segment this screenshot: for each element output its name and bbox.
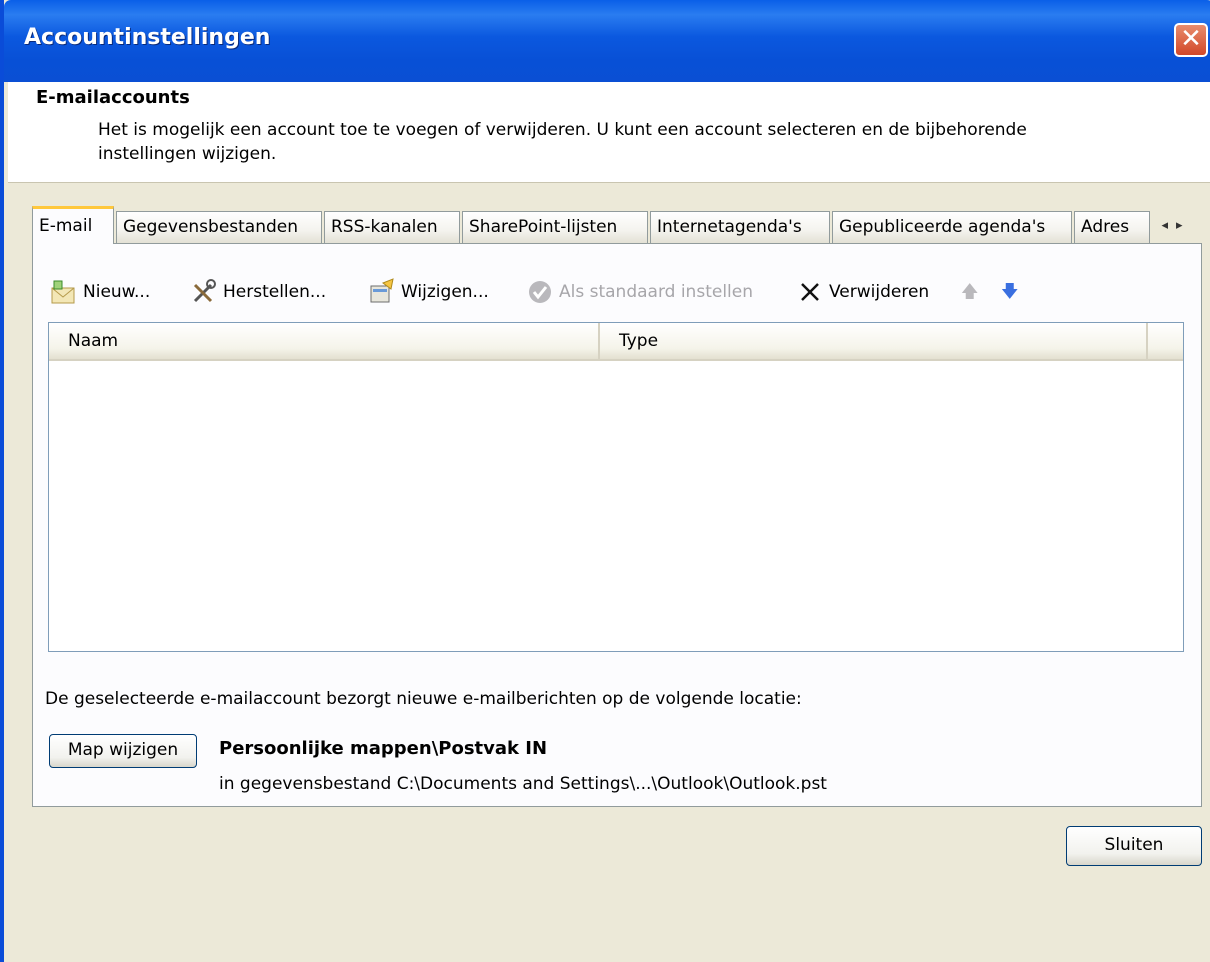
column-header-name[interactable]: Naam bbox=[49, 323, 600, 359]
set-default-button[interactable]: Als standaard instellen bbox=[525, 272, 753, 312]
new-mail-icon bbox=[49, 277, 79, 307]
delivery-data-file: in gegevensbestand C:\Documents and Sett… bbox=[219, 774, 827, 794]
title-bar[interactable]: Accountinstellingen ✕ bbox=[4, 0, 1210, 82]
tab-address-books[interactable]: Adres bbox=[1074, 211, 1150, 243]
tab-data-files[interactable]: Gegevensbestanden bbox=[116, 211, 322, 243]
tab-published-calendars[interactable]: Gepubliceerde agenda's bbox=[832, 211, 1072, 243]
set-default-label: Als standaard instellen bbox=[559, 282, 753, 302]
tab-scroll-arrows: ◂▸ bbox=[1150, 211, 1202, 241]
tab-rss-feeds[interactable]: RSS-kanalen bbox=[324, 211, 460, 243]
delivery-folder: Persoonlijke mappen\Postvak IN bbox=[219, 738, 548, 759]
close-button[interactable]: Sluiten bbox=[1066, 826, 1202, 866]
change-account-label: Wijzigen... bbox=[401, 282, 489, 302]
header-panel: E-mailaccounts Het is mogelijk een accou… bbox=[8, 82, 1210, 183]
checkmark-icon bbox=[525, 277, 555, 307]
move-down-icon[interactable]: 🡇 bbox=[1001, 272, 1018, 312]
column-header-type[interactable]: Type bbox=[600, 323, 1148, 359]
window-title: Accountinstellingen bbox=[24, 25, 271, 50]
remove-account-label: Verwijderen bbox=[829, 282, 930, 302]
account-toolbar: Nieuw... Herstellen... Wijzigen... Als s… bbox=[49, 272, 1169, 312]
tab-sharepoint-lists[interactable]: SharePoint-lijsten bbox=[462, 211, 648, 243]
tab-scroll-right-icon[interactable]: ▸ bbox=[1176, 218, 1191, 233]
list-header: Naam Type bbox=[49, 323, 1183, 361]
tab-scroll-left-icon[interactable]: ◂ bbox=[1161, 218, 1176, 233]
repair-account-label: Herstellen... bbox=[223, 282, 327, 302]
move-up-icon[interactable]: 🡅 bbox=[961, 272, 978, 312]
header-description: Het is mogelijk een account toe te voege… bbox=[98, 120, 1027, 164]
header-title: E-mailaccounts bbox=[36, 87, 190, 108]
repair-account-button[interactable]: Herstellen... bbox=[189, 272, 326, 312]
accounts-list[interactable]: Naam Type bbox=[48, 322, 1184, 652]
change-folder-button[interactable]: Map wijzigen bbox=[49, 734, 197, 768]
new-account-label: Nieuw... bbox=[83, 282, 151, 302]
tab-internet-calendars[interactable]: Internetagenda's bbox=[650, 211, 830, 243]
email-tab-page: Nieuw... Herstellen... Wijzigen... Als s… bbox=[32, 243, 1202, 807]
tab-strip: E-mail Gegevensbestanden RSS-kanalen Sha… bbox=[32, 206, 1202, 244]
account-settings-dialog: Accountinstellingen ✕ E-mailaccounts Het… bbox=[0, 0, 1210, 962]
change-account-button[interactable]: Wijzigen... bbox=[367, 272, 489, 312]
new-account-button[interactable]: Nieuw... bbox=[49, 272, 150, 312]
close-window-button[interactable]: ✕ bbox=[1174, 23, 1208, 57]
remove-account-button[interactable]: Verwijderen bbox=[795, 272, 929, 312]
edit-icon bbox=[367, 277, 397, 307]
tools-icon bbox=[189, 277, 219, 307]
tab-email[interactable]: E-mail bbox=[32, 206, 114, 244]
delete-x-icon bbox=[795, 277, 825, 307]
delivery-location-description: De geselecteerde e-mailaccount bezorgt n… bbox=[45, 689, 802, 709]
